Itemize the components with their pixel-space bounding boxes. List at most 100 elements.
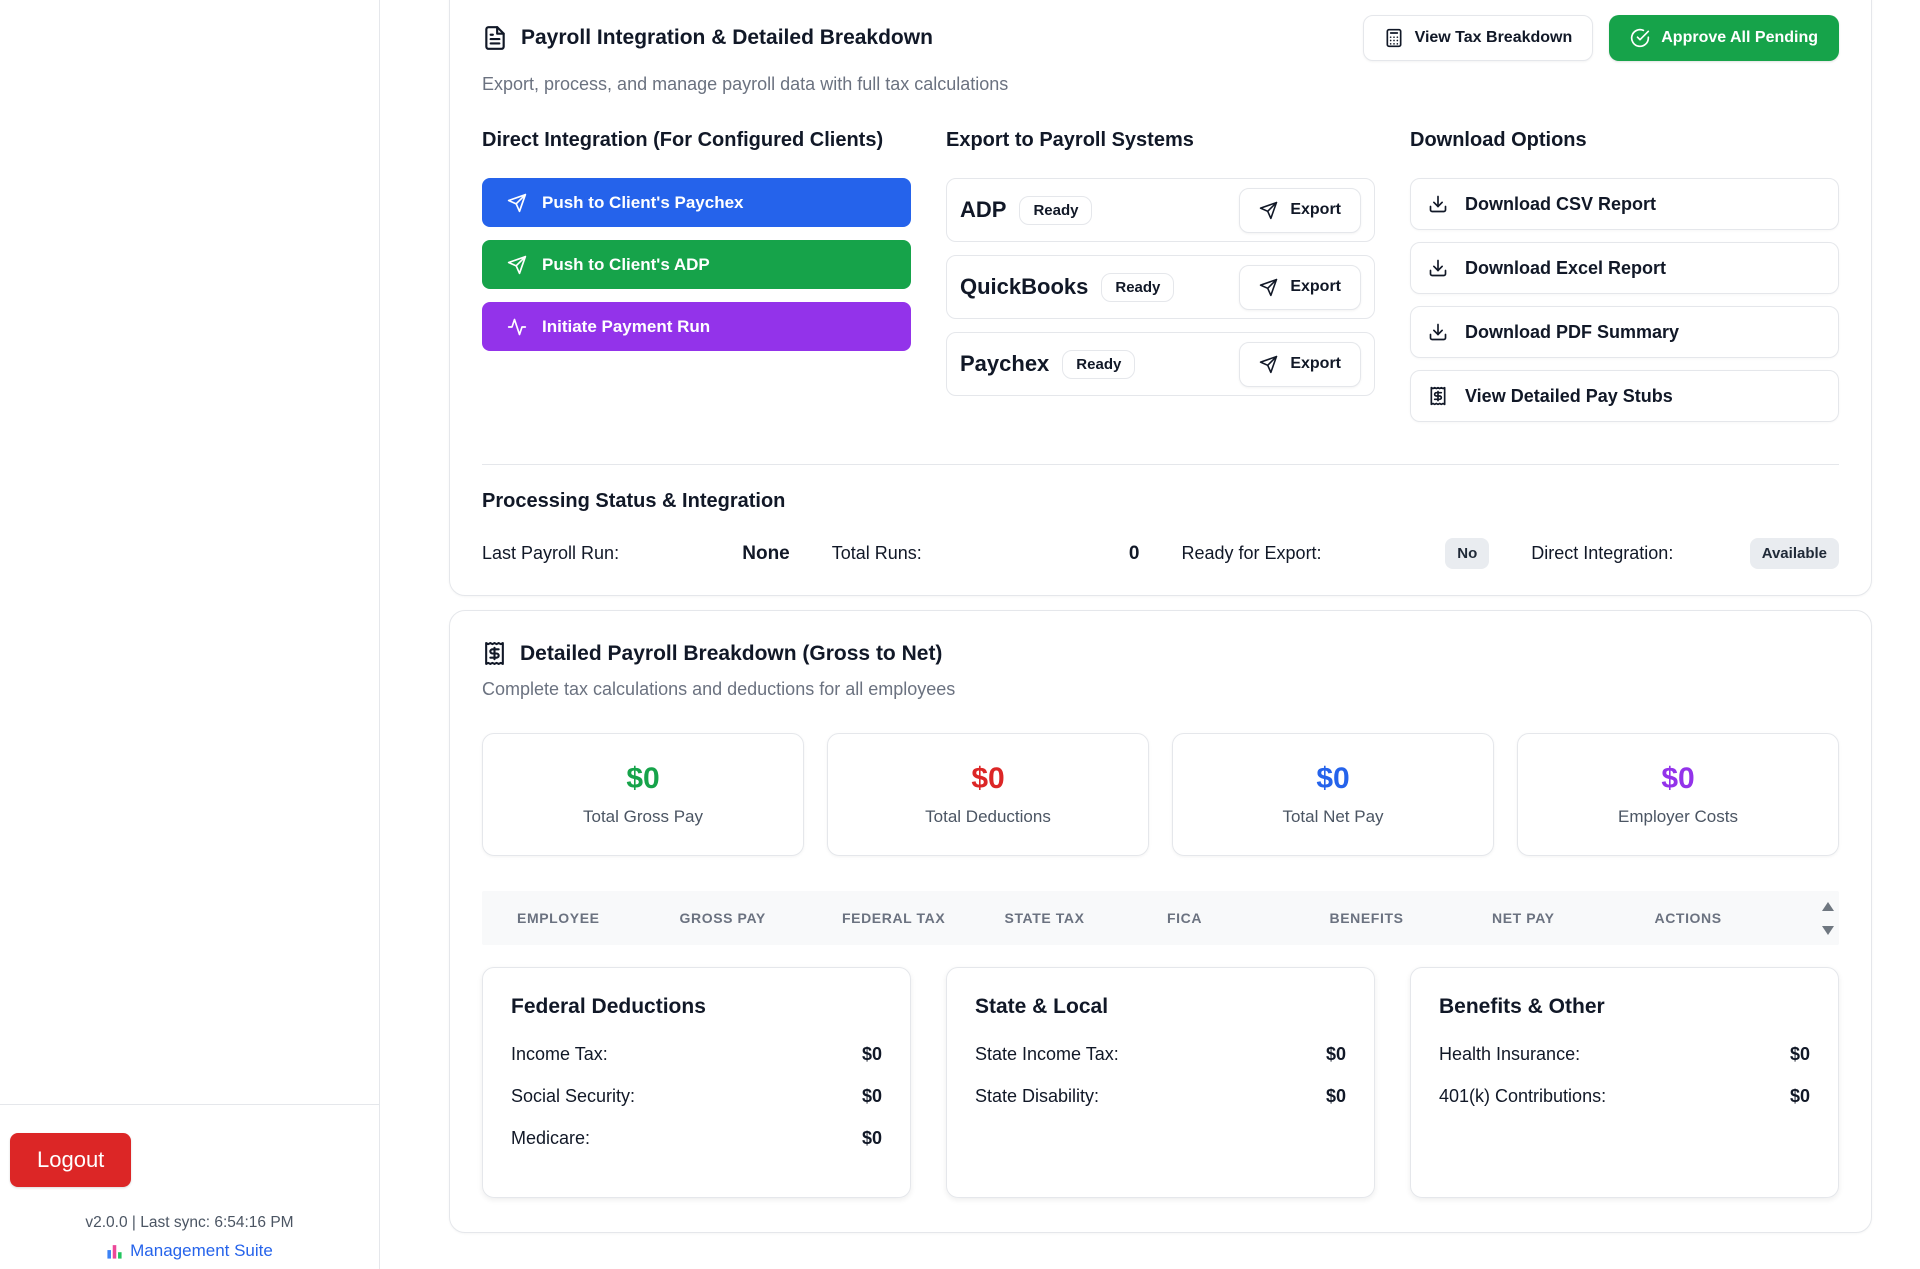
export-systems-column: Export to Payroll Systems ADP Ready Expo… [946, 129, 1375, 434]
send-icon [1259, 278, 1278, 297]
page-title: Payroll Integration & Detailed Breakdown [521, 26, 933, 50]
download-icon [1428, 322, 1448, 342]
push-adp-button[interactable]: Push to Client's ADP [482, 240, 911, 289]
column-header-federal-tax: FEDERAL TAX [842, 910, 1005, 926]
deduction-row: Social Security: $0 [511, 1086, 882, 1107]
deduction-row: Health Insurance: $0 [1439, 1044, 1810, 1065]
send-icon [1259, 201, 1278, 220]
approve-all-pending-button[interactable]: Approve All Pending [1609, 15, 1839, 61]
state-local-heading: State & Local [975, 995, 1346, 1019]
column-header-state-tax: STATE TAX [1005, 910, 1168, 926]
breakdown-title: Detailed Payroll Breakdown (Gross to Net… [520, 642, 942, 666]
initiate-payment-run-button[interactable]: Initiate Payment Run [482, 302, 911, 351]
integration-header: Payroll Integration & Detailed Breakdown… [482, 15, 1839, 61]
download-excel-label: Download Excel Report [1465, 258, 1666, 279]
column-header-employee: EMPLOYEE [517, 910, 680, 926]
deduction-label: Health Insurance: [1439, 1044, 1580, 1065]
integration-subtitle: Export, process, and manage payroll data… [482, 74, 1839, 95]
status-badge: No [1445, 538, 1489, 569]
system-name-adp: ADP [960, 197, 1006, 223]
stat-label: Employer Costs [1618, 807, 1738, 827]
deduction-cards: Federal Deductions Income Tax: $0 Social… [482, 967, 1839, 1198]
file-text-icon [482, 25, 508, 51]
download-options-column: Download Options Download CSV Report Dow… [1410, 129, 1839, 434]
status-value: None [742, 543, 790, 565]
direct-integration-column: Direct Integration (For Configured Clien… [482, 129, 911, 434]
breakdown-title-group: Detailed Payroll Breakdown (Gross to Net… [482, 641, 1839, 666]
brand-label: Management Suite [130, 1241, 273, 1261]
ready-badge: Ready [1019, 196, 1092, 225]
detailed-breakdown-card: Detailed Payroll Breakdown (Gross to Net… [449, 610, 1872, 1233]
send-icon [507, 255, 527, 275]
download-excel-button[interactable]: Download Excel Report [1410, 242, 1839, 294]
download-csv-button[interactable]: Download CSV Report [1410, 178, 1839, 230]
deduction-label: 401(k) Contributions: [1439, 1086, 1606, 1107]
export-row-paychex: Paychex Ready Export [946, 332, 1375, 396]
federal-deductions-heading: Federal Deductions [511, 995, 882, 1019]
sidebar-footer: Logout v2.0.0 | Last sync: 6:54:16 PM Ma… [0, 1104, 379, 1269]
deduction-label: Social Security: [511, 1086, 635, 1107]
export-adp-button[interactable]: Export [1239, 188, 1361, 233]
stat-value: $0 [1316, 762, 1349, 796]
management-suite-link[interactable]: Management Suite [0, 1241, 379, 1261]
deduction-row: 401(k) Contributions: $0 [1439, 1086, 1810, 1107]
benefits-other-heading: Benefits & Other [1439, 995, 1810, 1019]
column-header-actions: ACTIONS [1655, 910, 1818, 926]
export-system-name: QuickBooks Ready [960, 273, 1174, 302]
logout-button[interactable]: Logout [10, 1133, 131, 1187]
status-label: Direct Integration: [1531, 543, 1673, 564]
header-actions: View Tax Breakdown Approve All Pending [1363, 15, 1839, 61]
export-label: Export [1290, 355, 1341, 373]
stat-label: Total Deductions [925, 807, 1051, 827]
stat-value: $0 [971, 762, 1004, 796]
column-header-benefits: BENEFITS [1330, 910, 1493, 926]
deduction-row: State Disability: $0 [975, 1086, 1346, 1107]
status-value: 0 [1129, 543, 1140, 565]
deduction-value: $0 [1326, 1044, 1346, 1065]
download-pdf-label: Download PDF Summary [1465, 322, 1679, 343]
export-systems-heading: Export to Payroll Systems [946, 129, 1375, 152]
export-quickbooks-button[interactable]: Export [1239, 265, 1361, 310]
deduction-value: $0 [862, 1086, 882, 1107]
page: Logout v2.0.0 | Last sync: 6:54:16 PM Ma… [0, 0, 1920, 1269]
deduction-label: Medicare: [511, 1128, 590, 1149]
download-icon [1428, 194, 1448, 214]
activity-icon [507, 317, 527, 337]
status-badge: Available [1750, 538, 1839, 569]
export-paychex-button[interactable]: Export [1239, 342, 1361, 387]
download-csv-label: Download CSV Report [1465, 194, 1656, 215]
view-pay-stubs-button[interactable]: View Detailed Pay Stubs [1410, 370, 1839, 422]
view-tax-breakdown-button[interactable]: View Tax Breakdown [1363, 15, 1594, 61]
processing-status-grid: Last Payroll Run: None Total Runs: 0 Rea… [482, 538, 1839, 569]
stat-label: Total Gross Pay [583, 807, 703, 827]
stat-total-gross-pay: $0 Total Gross Pay [482, 733, 804, 856]
download-pdf-button[interactable]: Download PDF Summary [1410, 306, 1839, 358]
push-paychex-button[interactable]: Push to Client's Paychex [482, 178, 911, 227]
export-system-name: Paychex Ready [960, 350, 1135, 379]
deduction-label: State Disability: [975, 1086, 1099, 1107]
integration-title-group: Payroll Integration & Detailed Breakdown [482, 25, 933, 51]
calculator-icon [1384, 28, 1404, 48]
download-icon [1428, 258, 1448, 278]
scroll-down-icon[interactable] [1822, 926, 1834, 935]
system-name-quickbooks: QuickBooks [960, 274, 1088, 300]
stat-label: Total Net Pay [1282, 807, 1383, 827]
deduction-value: $0 [862, 1044, 882, 1065]
status-last-payroll-run: Last Payroll Run: None [482, 543, 790, 565]
stat-total-net-pay: $0 Total Net Pay [1172, 733, 1494, 856]
deduction-value: $0 [862, 1128, 882, 1149]
check-circle-icon [1630, 28, 1650, 48]
state-local-card: State & Local State Income Tax: $0 State… [946, 967, 1375, 1198]
export-row-quickbooks: QuickBooks Ready Export [946, 255, 1375, 319]
deduction-row: State Income Tax: $0 [975, 1044, 1346, 1065]
payroll-integration-card: Payroll Integration & Detailed Breakdown… [449, 0, 1872, 596]
receipt-dollar-icon [1428, 386, 1448, 406]
scroll-up-icon[interactable] [1822, 902, 1834, 911]
export-label: Export [1290, 278, 1341, 296]
processing-status-heading: Processing Status & Integration [482, 490, 1839, 513]
status-label: Total Runs: [832, 543, 922, 564]
bar-chart-icon [106, 1243, 123, 1260]
deduction-value: $0 [1326, 1086, 1346, 1107]
deduction-label: Income Tax: [511, 1044, 608, 1065]
table-scrollbar[interactable] [1817, 902, 1839, 935]
